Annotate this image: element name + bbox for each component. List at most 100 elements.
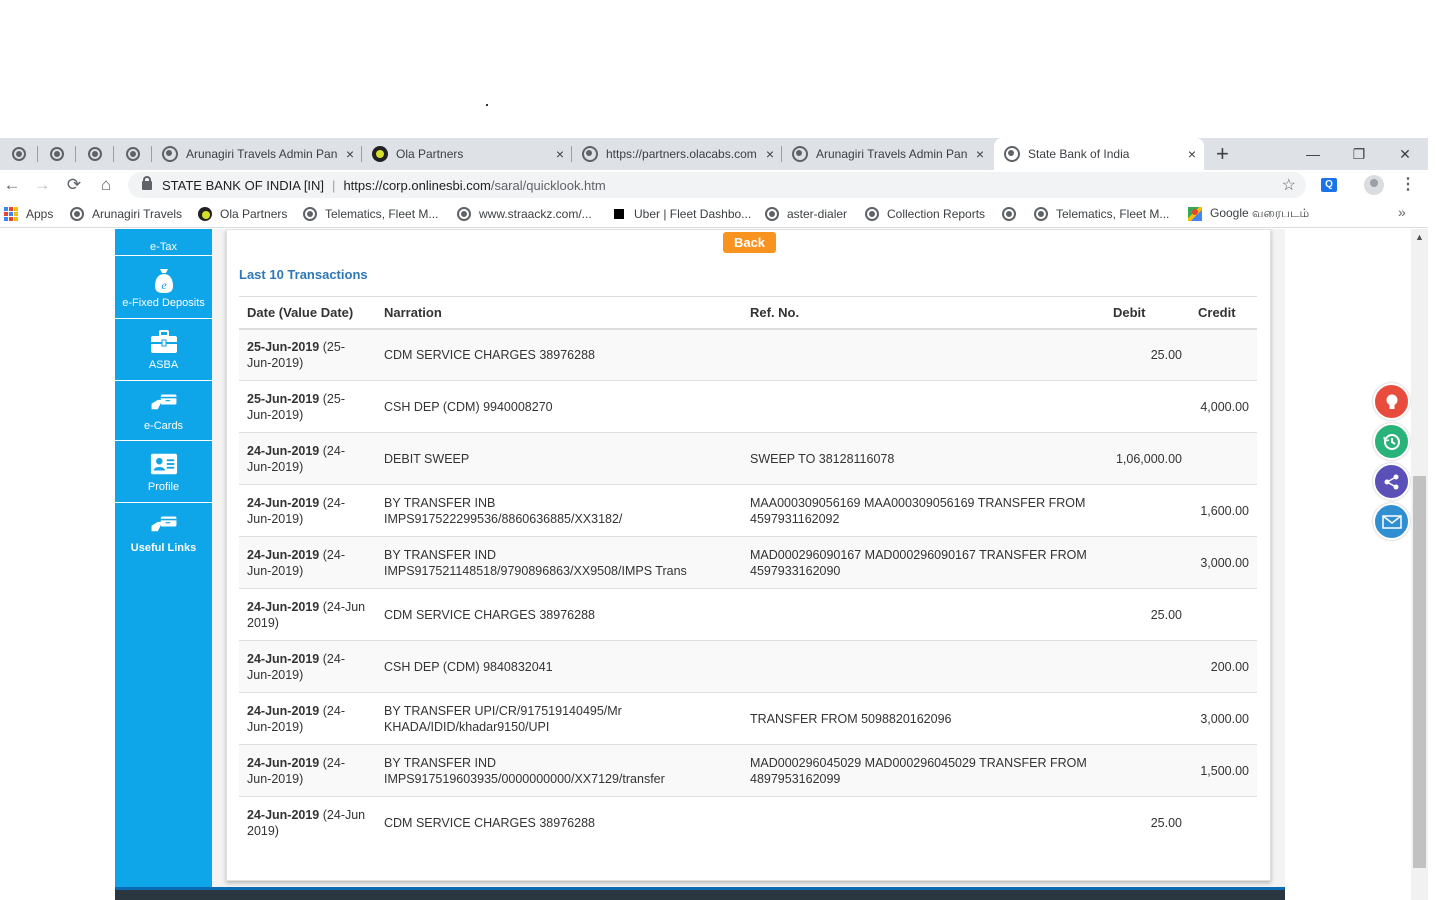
tab-arunagiri-1[interactable]: Arunagiri Travels Admin Panel ×	[152, 138, 362, 170]
tab-close-icon[interactable]: ×	[766, 146, 774, 162]
window-close-button[interactable]: ✕	[1382, 138, 1428, 170]
table-row: 25-Jun-2019 (25-Jun-2019) CSH DEP (CDM) …	[239, 380, 1257, 433]
bookmark-label: Google வரைபடம்	[1210, 206, 1310, 220]
ref-cell: MAD000296045029 MAD000296045029 TRANSFER…	[742, 744, 1105, 797]
profile-avatar-icon[interactable]	[1364, 175, 1384, 195]
maximize-button[interactable]: ❐	[1336, 138, 1382, 170]
credit-cell	[1190, 432, 1257, 485]
url-host: https://corp.onlinesbi.com	[343, 177, 491, 193]
briefcase-icon	[150, 329, 178, 355]
back-button[interactable]: Back	[723, 232, 776, 253]
bookmark-telematics-1[interactable]: Telematics, Fleet M...	[303, 205, 438, 223]
bookmark-aster-dialer[interactable]: aster-dialer	[765, 205, 847, 223]
transactions-table: Date (Value Date) Narration Ref. No. Deb…	[239, 296, 1257, 849]
txn-date: 25-Jun-2019	[247, 339, 320, 354]
scroll-up-arrow-icon[interactable]: ▲	[1411, 232, 1428, 246]
tab-state-bank-of-india[interactable]: State Bank of India ×	[994, 138, 1204, 170]
date-cell: 24-Jun-2019 (24-Jun 2019)	[239, 796, 376, 849]
globe-icon	[70, 207, 84, 221]
bookmark-apps[interactable]: Apps	[4, 205, 53, 223]
credit-cell	[1190, 328, 1257, 381]
extension-search-icon[interactable]: Q	[1321, 178, 1337, 192]
debit-cell	[1105, 640, 1190, 693]
bookmark-arunagiri[interactable]: Arunagiri Travels	[70, 205, 182, 223]
sidebar-item-e-cards[interactable]: e-Cards	[115, 381, 212, 441]
sidebar-item-label: e-Fixed Deposits	[122, 296, 205, 309]
tab-close-icon[interactable]: ×	[976, 146, 984, 162]
column-header-date: Date (Value Date)	[239, 296, 376, 330]
sidebar-item-label: ASBA	[148, 358, 179, 371]
tab-arunagiri-2[interactable]: Arunagiri Travels Admin Panel ×	[782, 138, 992, 170]
narration-cell: CDM SERVICE CHARGES 38976288	[376, 328, 742, 381]
debit-cell	[1105, 692, 1190, 745]
tab-ola-partners[interactable]: Ola Partners ×	[362, 138, 572, 170]
history-button[interactable]	[1373, 423, 1410, 460]
browser-menu-icon[interactable]: ⋮	[1400, 174, 1416, 194]
home-icon[interactable]: ⌂	[94, 174, 118, 196]
pinned-tab-2[interactable]	[38, 138, 76, 170]
date-cell: 24-Jun-2019 (24-Jun-2019)	[239, 432, 376, 485]
pinned-tab-4[interactable]	[114, 138, 152, 170]
bookmark-collection-reports[interactable]: Collection Reports	[865, 205, 985, 223]
share-button[interactable]	[1373, 463, 1410, 500]
minimize-button[interactable]: —	[1290, 138, 1336, 170]
pinned-tab-1[interactable]	[0, 138, 38, 170]
bookmark-google-maps[interactable]: Google வரைபடம்	[1188, 205, 1309, 223]
tab-title: Arunagiri Travels Admin Panel	[186, 147, 338, 161]
txn-date: 24-Jun-2019	[247, 495, 320, 510]
bookmark-unnamed[interactable]	[1002, 205, 1024, 223]
globe-icon	[765, 207, 779, 221]
globe-icon	[457, 207, 471, 221]
column-header-credit: Credit	[1190, 296, 1257, 330]
tab-close-icon[interactable]: ×	[556, 146, 564, 162]
scrollbar-thumb[interactable]	[1413, 476, 1426, 868]
new-tab-button[interactable]: +	[1216, 142, 1229, 166]
sidebar-item-e-fixed-deposits[interactable]: e e-Fixed Deposits	[115, 257, 212, 319]
mail-button[interactable]	[1373, 503, 1410, 540]
bookmark-telematics-2[interactable]: Telematics, Fleet M...	[1034, 205, 1169, 223]
globe-icon	[1004, 146, 1020, 162]
narration-cell: BY TRANSFER IND IMPS917521148518/9790896…	[376, 536, 742, 589]
txn-date: 24-Jun-2019	[247, 547, 320, 562]
maps-icon	[1188, 207, 1202, 221]
bookmark-label: www.straackz.com/...	[479, 207, 592, 221]
sidebar-item-useful-links[interactable]: Useful Links	[115, 503, 212, 563]
table-row: 24-Jun-2019 (24-Jun 2019) CDM SERVICE CH…	[239, 796, 1257, 849]
bookmark-uber[interactable]: Uber | Fleet Dashbo...	[614, 205, 751, 223]
globe-icon	[865, 207, 879, 221]
apps-icon	[4, 207, 18, 221]
table-row: 24-Jun-2019 (24-Jun-2019) BY TRANSFER IN…	[239, 744, 1257, 797]
tab-close-icon[interactable]: ×	[1188, 146, 1196, 162]
tab-partners-olacabs[interactable]: https://partners.olacabs.com ×	[572, 138, 782, 170]
ref-cell	[742, 328, 1105, 381]
txn-date: 24-Jun-2019	[247, 755, 320, 770]
txn-date: 24-Jun-2019	[247, 599, 320, 614]
ref-cell	[742, 796, 1105, 849]
bookmark-straackz[interactable]: www.straackz.com/...	[457, 205, 592, 223]
txn-date: 25-Jun-2019	[247, 391, 320, 406]
section-title: Last 10 Transactions	[239, 267, 368, 282]
forward-arrow-icon[interactable]: →	[30, 174, 54, 196]
tab-close-icon[interactable]: ×	[346, 146, 354, 162]
sidebar-item-asba[interactable]: ASBA	[115, 319, 212, 381]
reload-icon[interactable]: ⟳	[62, 174, 86, 196]
narration-cell: CDM SERVICE CHARGES 38976288	[376, 796, 742, 849]
tab-title: State Bank of India	[1028, 147, 1130, 161]
back-arrow-icon[interactable]: ←	[0, 174, 24, 196]
pinned-tab-3[interactable]	[76, 138, 114, 170]
bookmark-star-icon[interactable]: ☆	[1282, 175, 1296, 195]
sidebar: e-Tax e e-Fixed Deposits ASBA e-Cards Pr…	[115, 229, 212, 887]
date-cell: 24-Jun-2019 (24-Jun-2019)	[239, 640, 376, 693]
sidebar-item-e-tax[interactable]: e-Tax	[115, 229, 212, 256]
svg-text:e: e	[161, 278, 167, 292]
idea-button[interactable]	[1373, 383, 1410, 420]
links-icon	[150, 512, 178, 538]
bookmark-ola-partners[interactable]: Ola Partners	[198, 205, 287, 223]
sidebar-item-profile[interactable]: Profile	[115, 441, 212, 503]
tab-title: https://partners.olacabs.com	[606, 147, 757, 161]
table-row: 25-Jun-2019 (25-Jun-2019) CDM SERVICE CH…	[239, 328, 1257, 381]
debit-cell: 25.00	[1105, 588, 1190, 641]
address-bar[interactable]: STATE BANK OF INDIA [IN] | https://corp.…	[128, 172, 1306, 198]
narration-cell: BY TRANSFER UPI/CR/917519140495/Mr KHADA…	[376, 692, 742, 745]
bookmarks-overflow-icon[interactable]: »	[1398, 204, 1406, 220]
